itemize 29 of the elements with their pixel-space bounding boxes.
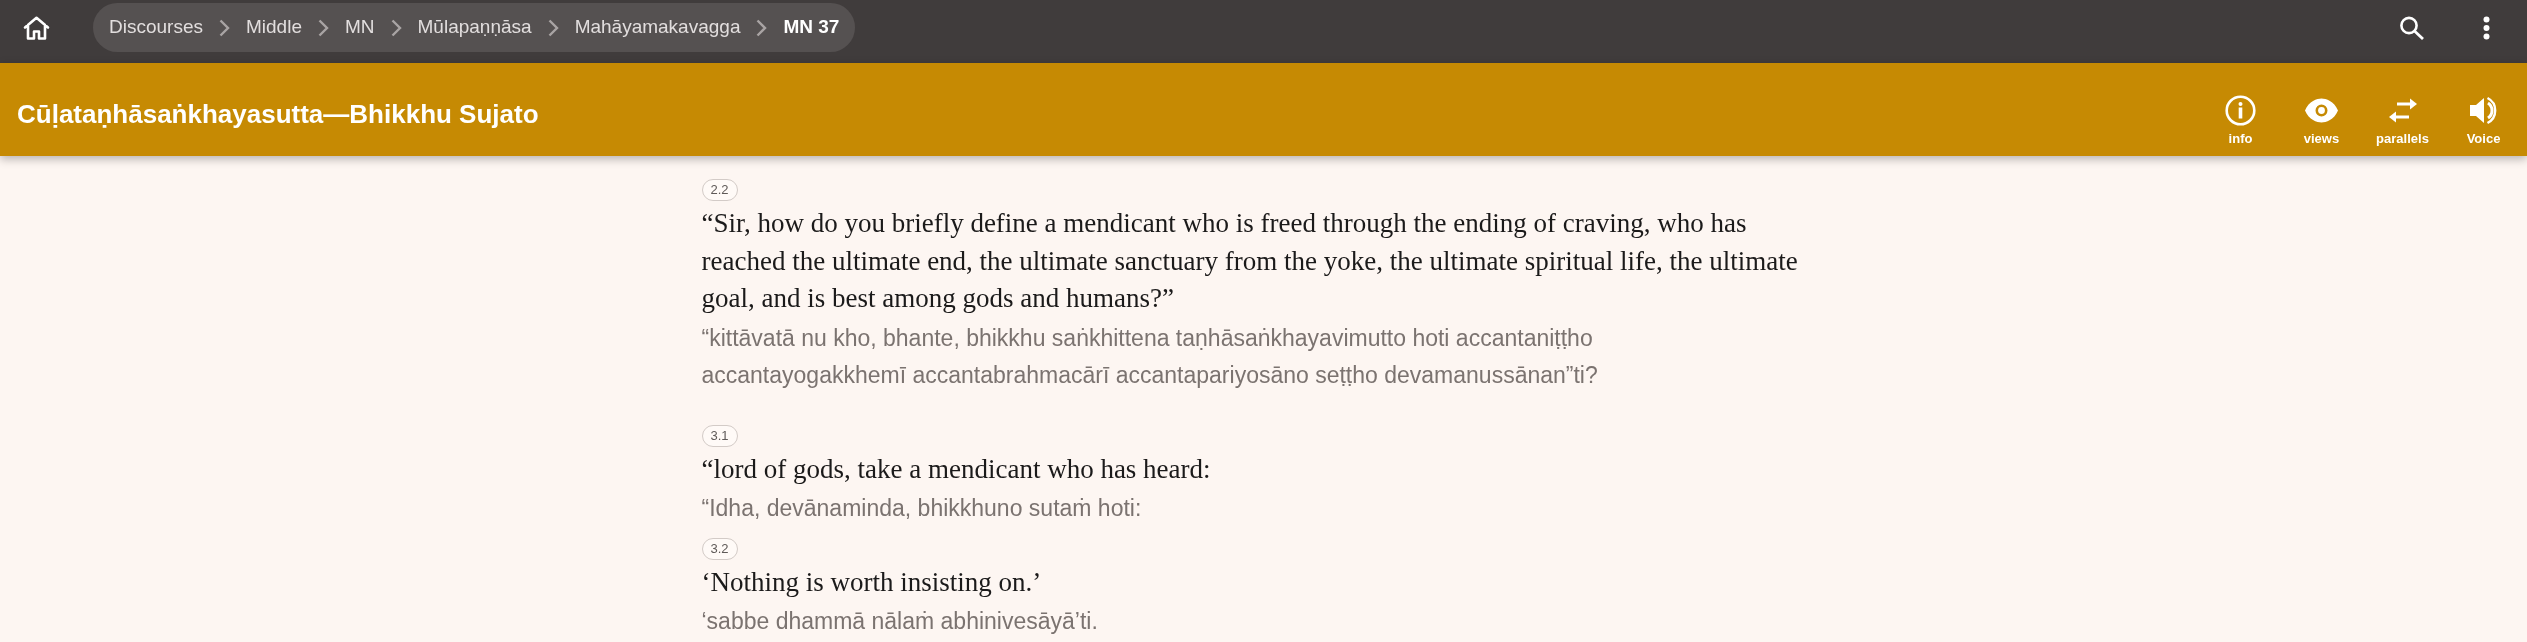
home-icon bbox=[23, 15, 50, 40]
speaker-icon bbox=[2468, 95, 2499, 126]
chevron-icon bbox=[547, 18, 559, 37]
breadcrumb-link[interactable]: MN 37 bbox=[783, 13, 840, 42]
segment-number: 2.2 bbox=[701, 179, 738, 201]
chevron-icon bbox=[390, 18, 402, 37]
chevron-icon bbox=[317, 18, 329, 37]
translation-text: ‘Nothing is worth insisting on.’ bbox=[701, 565, 1043, 599]
translation-text: “Sir, how do you briefly define a mendicant who is freed through the ending of craving, who has reached the ultimate end, the ultimate sanctuary from the yoke, the ultimate spiritual life, the ultimate goal, and is best among gods and humans?” bbox=[701, 207, 1799, 315]
page-title: Cūḷataṇhāsaṅkhayasutta—Bhikkhu Sujato bbox=[16, 97, 539, 131]
breadcrumb-link[interactable]: Mahāyamakavagga bbox=[574, 13, 741, 42]
pali-text: ‘sabbe dhammā nālaṁ abhinivesāyā’ti. bbox=[701, 607, 1099, 636]
chevron-icon bbox=[219, 18, 230, 37]
breadcrumb-link[interactable]: Mūlapaṇṇāsa bbox=[417, 13, 532, 42]
chevron-icon bbox=[756, 18, 768, 37]
info-icon bbox=[2225, 95, 2256, 126]
toolbar-button[interactable]: Voice bbox=[2443, 63, 2524, 151]
breadcrumb-link[interactable]: Discourses bbox=[109, 13, 203, 42]
toolbar-button[interactable]: parallels bbox=[2362, 63, 2443, 151]
pali-text: “kittāvatā nu kho, bhante, bhikkhu saṅkhittena taṇhāsaṅkhayavimutto hoti accantaniṭṭho accantayogakkhemī accantabrahmacārī accantapariyosāno seṭṭho devamanussānan”ti? bbox=[701, 323, 1599, 390]
breadcrumb-link[interactable]: Middle bbox=[246, 13, 302, 42]
toolbar-button[interactable]: info bbox=[2200, 63, 2281, 151]
breadcrumb-link[interactable]: MN bbox=[344, 13, 375, 42]
segment-number: 3.1 bbox=[701, 424, 738, 447]
more-icon bbox=[2482, 15, 2490, 40]
segment-number: 3.2 bbox=[701, 537, 738, 560]
toolbar-button[interactable]: views bbox=[2281, 63, 2362, 151]
translation-text: “lord of gods, take a mendicant who has heard: bbox=[701, 452, 1212, 486]
pali-text: “Idha, devānaminda, bhikkhuno sutaṁ hoti: bbox=[701, 494, 1143, 523]
